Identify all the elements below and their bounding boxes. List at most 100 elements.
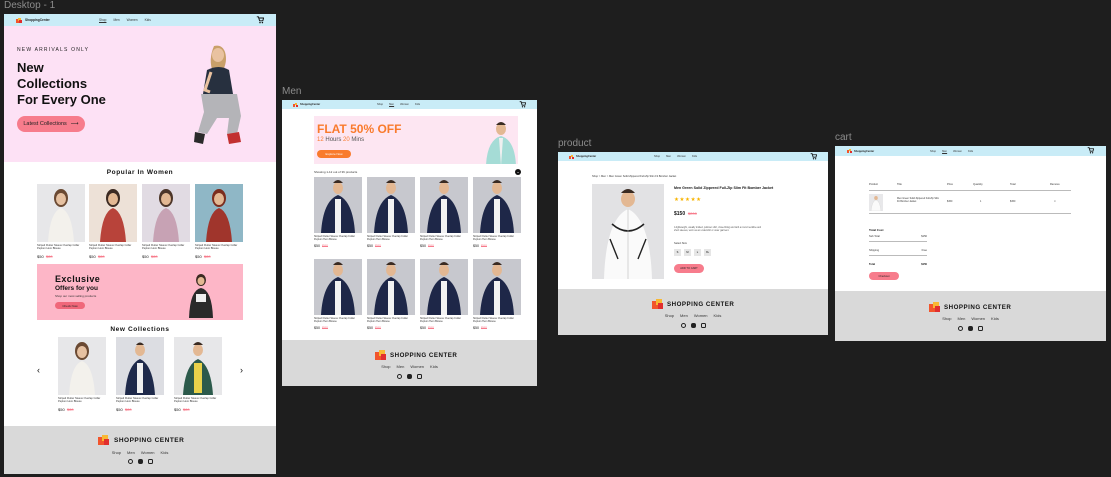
men-card-image[interactable]	[314, 259, 362, 315]
instagram-icon[interactable]	[978, 326, 983, 331]
carousel-next-icon[interactable]: ›	[240, 365, 243, 375]
size-option-xl[interactable]: XL	[704, 249, 711, 256]
nav-link-men[interactable]: Men	[389, 103, 394, 106]
men-card-title[interactable]: Striped Flutter Sleeve Overlap Collar Pe…	[473, 317, 521, 324]
nav-link-men[interactable]: Men	[113, 18, 119, 22]
linkedin-icon[interactable]	[137, 459, 143, 464]
footer-link-kids[interactable]: Kids	[430, 364, 438, 369]
men-card-image[interactable]	[473, 259, 521, 315]
men-card-title[interactable]: Striped Flutter Sleeve Overlap Collar Pe…	[367, 317, 415, 324]
frame-label-product[interactable]: product	[558, 138, 591, 149]
nav-link-shop[interactable]: Shop	[654, 155, 660, 158]
brand-name[interactable]: ShoppingCenter	[25, 18, 50, 22]
cart-icon[interactable]	[810, 153, 817, 160]
popular-card-title[interactable]: Striped Flutter Sleeve Overlap Collar Pe…	[89, 244, 137, 251]
instagram-icon[interactable]	[417, 374, 422, 379]
brand-name[interactable]: ShoppingCenter	[854, 150, 874, 153]
men-card-image[interactable]	[314, 177, 362, 233]
brand-name[interactable]: ShoppingCenter	[300, 103, 320, 106]
footer-link-kids[interactable]: Kids	[714, 313, 722, 318]
new-collection-card-title[interactable]: Striped Flutter Sleeve Overlap Collar Pe…	[116, 397, 164, 404]
nav-link-women[interactable]: Women	[677, 155, 686, 158]
men-card-title[interactable]: Striped Flutter Sleeve Overlap Collar Pe…	[420, 235, 468, 242]
men-card-title[interactable]: Striped Flutter Sleeve Overlap Collar Pe…	[314, 317, 362, 324]
footer-link-shop[interactable]: Shop	[381, 364, 390, 369]
new-collection-card-image[interactable]	[116, 337, 164, 395]
nav-link-kids[interactable]: Kids	[145, 18, 151, 22]
size-option-s[interactable]: S	[674, 249, 681, 256]
nav-link-women[interactable]: Women	[400, 103, 409, 106]
cart-icon[interactable]	[1087, 147, 1094, 154]
new-collection-card-title[interactable]: Striped Flutter Sleeve Overlap Collar Pe…	[174, 397, 222, 404]
linkedin-icon[interactable]	[968, 326, 973, 331]
new-collection-card-title[interactable]: Striped Flutter Sleeve Overlap Collar Pe…	[58, 397, 106, 404]
footer-link-women[interactable]: Women	[694, 313, 708, 318]
nav-link-shop[interactable]: Shop	[930, 150, 936, 153]
nav-link-women[interactable]: Women	[953, 150, 962, 153]
footer-link-men[interactable]: Men	[958, 316, 966, 321]
cart-row-qty[interactable]: 1	[980, 200, 981, 203]
popular-card-image[interactable]	[142, 184, 190, 242]
linkedin-icon[interactable]	[690, 323, 696, 328]
popular-card-title[interactable]: Striped Flutter Sleeve Overlap Collar Pe…	[195, 244, 243, 251]
cart-row-title[interactable]: Men Green Solid Zippered Full-Zip Slim F…	[897, 197, 941, 204]
footer-link-men[interactable]: Men	[397, 364, 405, 369]
size-option-m[interactable]: M	[684, 249, 691, 256]
cart-icon[interactable]	[519, 101, 526, 108]
popular-card-title[interactable]: Striped Flutter Sleeve Overlap Collar Pe…	[37, 244, 85, 251]
frame-label-desktop[interactable]: Desktop - 1	[4, 0, 55, 11]
whatsapp-icon[interactable]	[680, 323, 686, 328]
footer-link-women[interactable]: Women	[141, 450, 155, 455]
popular-card-title[interactable]: Striped Flutter Sleeve Overlap Collar Pe…	[142, 244, 190, 251]
footer-link-shop[interactable]: Shop	[112, 450, 121, 455]
men-card-title[interactable]: Striped Flutter Sleeve Overlap Collar Pe…	[367, 235, 415, 242]
popular-card-image[interactable]	[195, 184, 243, 242]
remove-icon[interactable]: ×	[1054, 199, 1056, 203]
new-collection-card-image[interactable]	[58, 337, 106, 395]
frame-label-cart[interactable]: cart	[835, 132, 852, 143]
add-to-cart-button[interactable]: ADD TO CART	[674, 264, 704, 273]
men-card-image[interactable]	[473, 177, 521, 233]
men-card-image[interactable]	[420, 259, 468, 315]
whatsapp-icon[interactable]	[958, 326, 963, 331]
nav-link-men[interactable]: Men	[942, 150, 947, 153]
nav-link-kids[interactable]: Kids	[692, 155, 697, 158]
footer-link-shop[interactable]: Shop	[665, 313, 674, 318]
check-now-button[interactable]: Check Now	[55, 302, 85, 309]
explore-now-button[interactable]: Explore Now	[317, 150, 351, 158]
footer-link-shop[interactable]: Shop	[942, 316, 951, 321]
popular-card-image[interactable]	[89, 184, 137, 242]
footer-link-men[interactable]: Men	[680, 313, 688, 318]
nav-link-shop[interactable]: Shop	[99, 18, 106, 22]
nav-link-shop[interactable]: Shop	[377, 103, 383, 106]
instagram-icon[interactable]	[700, 323, 706, 328]
checkout-button[interactable]: Checkout	[869, 272, 899, 280]
size-option-l[interactable]: L	[694, 249, 701, 256]
men-card-image[interactable]	[367, 259, 415, 315]
whatsapp-icon[interactable]	[397, 374, 402, 379]
whatsapp-icon[interactable]	[127, 459, 133, 464]
nav-link-kids[interactable]: Kids	[968, 150, 973, 153]
nav-link-men[interactable]: Men	[666, 155, 671, 158]
men-card-image[interactable]	[420, 177, 468, 233]
sort-icon[interactable]: ⌄	[515, 169, 521, 175]
popular-card-image[interactable]	[37, 184, 85, 242]
latest-collections-button[interactable]: Latest Collections ⟶	[17, 116, 85, 132]
breadcrumb[interactable]: Shop > Men > Men Green Solid Zippered Fu…	[592, 175, 676, 178]
men-card-title[interactable]: Striped Flutter Sleeve Overlap Collar Pe…	[420, 317, 468, 324]
linkedin-icon[interactable]	[407, 374, 412, 379]
instagram-icon[interactable]	[147, 459, 153, 464]
footer-link-men[interactable]: Men	[127, 450, 135, 455]
cart-icon[interactable]	[256, 16, 264, 24]
footer-link-women[interactable]: Women	[971, 316, 985, 321]
carousel-prev-icon[interactable]: ‹	[37, 365, 40, 375]
men-card-title[interactable]: Striped Flutter Sleeve Overlap Collar Pe…	[473, 235, 521, 242]
footer-link-women[interactable]: Women	[410, 364, 424, 369]
men-card-title[interactable]: Striped Flutter Sleeve Overlap Collar Pe…	[314, 235, 362, 242]
frame-label-men[interactable]: Men	[282, 86, 301, 97]
new-collection-card-image[interactable]	[174, 337, 222, 395]
nav-link-women[interactable]: Women	[127, 18, 138, 22]
men-card-image[interactable]	[367, 177, 415, 233]
nav-link-kids[interactable]: Kids	[415, 103, 420, 106]
footer-link-kids[interactable]: Kids	[161, 450, 169, 455]
